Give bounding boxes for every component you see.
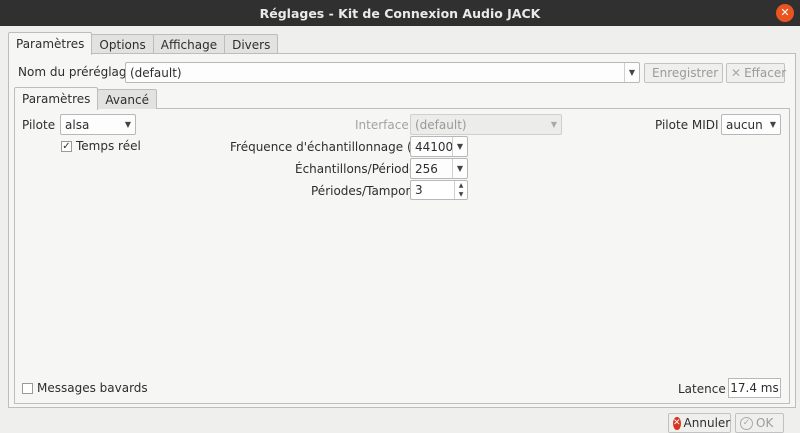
dropdown-arrow-icon: ▼ (769, 120, 776, 129)
cancel-icon: ✕ (673, 416, 681, 430)
midi-driver-combo[interactable]: aucun ▼ (721, 114, 781, 135)
dropdown-arrow-icon: ▼ (550, 120, 557, 129)
ok-icon: ✓ (740, 416, 753, 430)
inner-tabbar: Paramètres Avancé (14, 87, 157, 110)
dropdown-arrow-icon: ▼ (124, 120, 131, 129)
frames-combo[interactable]: 256 ▼ (410, 158, 468, 179)
tab-options[interactable]: Options (91, 34, 154, 54)
realtime-checkbox[interactable]: ✓ (61, 140, 72, 152)
verbose-checkbox-row[interactable]: Messages bavards (22, 381, 148, 395)
preset-combo[interactable]: (default) ▼ (125, 62, 640, 83)
frames-label: Échantillons/Période : (295, 162, 425, 176)
dropdown-arrow-icon: ▼ (624, 63, 639, 82)
tab-affichage[interactable]: Affichage (152, 34, 226, 54)
periods-value: 3 (415, 183, 423, 197)
midi-driver-label: Pilote MIDI : (655, 118, 727, 132)
cancel-button[interactable]: ✕ Annuler (668, 413, 731, 433)
interface-combo[interactable]: (default) ▼ (410, 114, 562, 135)
verbose-checkbox[interactable] (22, 382, 33, 394)
sample-rate-value: 44100 (415, 139, 454, 154)
preset-value: (default) (130, 65, 182, 80)
title-bar: Réglages - Kit de Connexion Audio JACK ✕ (0, 0, 800, 26)
preset-label: Nom du préréglage : (18, 65, 142, 79)
periods-spinbox[interactable]: 3 ▲ ▼ (410, 180, 468, 200)
periods-label: Périodes/Tampon : (311, 184, 421, 198)
latency-readout: 17.4 ms (728, 378, 781, 398)
spin-arrows-icon[interactable]: ▲ ▼ (454, 181, 467, 199)
midi-driver-value: aucun (726, 117, 763, 132)
ok-label: OK (756, 416, 774, 430)
cancel-label: Annuler (683, 416, 731, 430)
close-icon[interactable]: ✕ (776, 4, 794, 22)
interface-label: Interface : (355, 118, 417, 132)
driver-label: Pilote : (22, 118, 63, 132)
check-icon: ✓ (62, 140, 71, 152)
tab-avance[interactable]: Avancé (97, 89, 157, 109)
save-preset-button[interactable]: Enregistrer (644, 63, 723, 83)
window-title: Réglages - Kit de Connexion Audio JACK (259, 5, 541, 21)
realtime-label: Temps réel (76, 139, 141, 153)
frames-value: 256 (415, 161, 438, 176)
tab-inner-parametres[interactable]: Paramètres (14, 87, 99, 110)
dropdown-arrow-icon: ▼ (452, 137, 467, 156)
dropdown-arrow-icon: ▼ (452, 159, 467, 178)
delete-icon: ✕ (731, 66, 742, 80)
ok-button[interactable]: ✓ OK (735, 413, 784, 433)
delete-preset-button[interactable]: ✕ Effacer (726, 63, 787, 83)
verbose-label: Messages bavards (37, 381, 148, 395)
tab-parametres[interactable]: Paramètres (8, 32, 93, 55)
latency-label: Latence : (678, 382, 734, 396)
delete-preset-label: Effacer (744, 66, 787, 80)
main-tabbar: Paramètres Options Affichage Divers (8, 32, 279, 55)
save-preset-label: Enregistrer (652, 66, 719, 80)
tab-divers[interactable]: Divers (224, 34, 279, 54)
sample-rate-label: Fréquence d'échantillonnage (Hz) : (230, 140, 440, 154)
realtime-checkbox-row[interactable]: ✓ Temps réel (61, 139, 141, 153)
driver-value: alsa (65, 117, 90, 132)
driver-combo[interactable]: alsa ▼ (60, 114, 136, 135)
sample-rate-combo[interactable]: 44100 ▼ (410, 136, 468, 157)
interface-value: (default) (415, 117, 467, 132)
